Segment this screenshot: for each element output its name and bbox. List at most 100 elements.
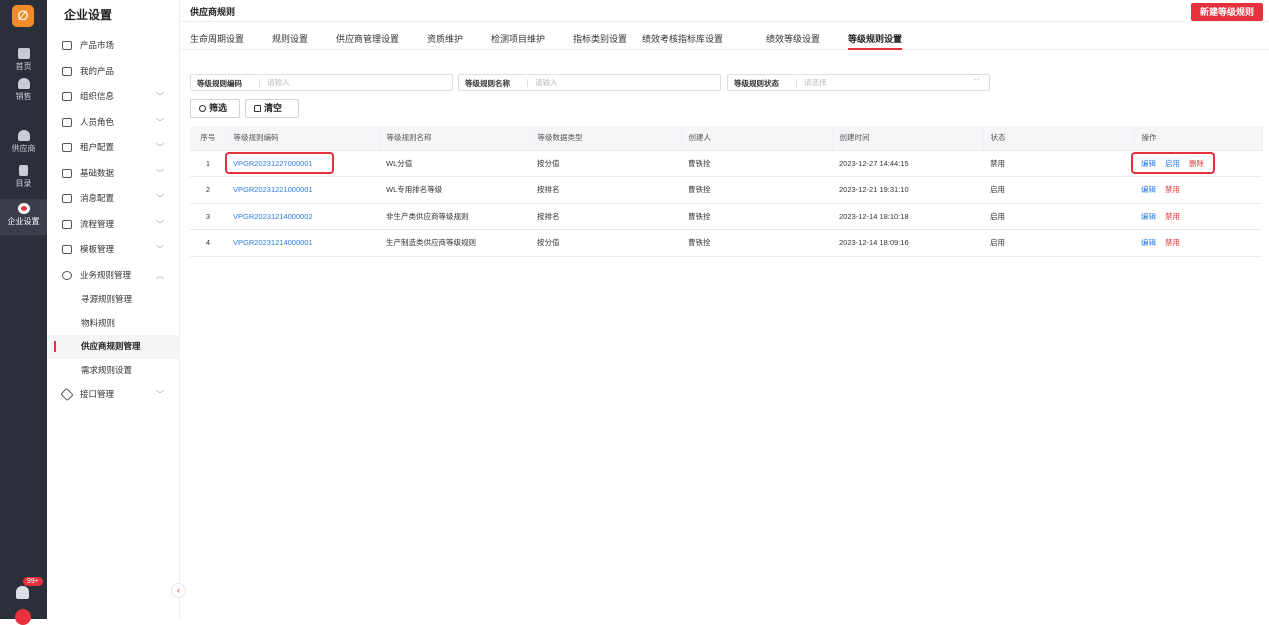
cube-icon [62,66,72,76]
gear-icon [62,270,72,280]
tab-kpi-library[interactable]: 绩效考核指标库设置 [642,32,723,45]
grid-icon [62,168,72,178]
clear-button[interactable]: 清空 [245,99,299,118]
disable-link[interactable]: 禁用 [1165,211,1180,222]
message-icon [62,194,72,203]
eraser-icon [254,105,261,112]
col-header-status: 状态 [983,126,1135,151]
delete-link[interactable]: 删除 [1189,158,1204,169]
person-icon [17,130,30,141]
new-grade-rule-button[interactable]: 新建等级规则 [1190,3,1263,21]
tab-performance-grade[interactable]: 绩效等级设置 [766,32,820,45]
tab-lifecycle[interactable]: 生命周期设置 [190,32,244,45]
chevron-down-icon: ﹀ [156,117,164,127]
sidebar-title: 企业设置 [64,8,113,22]
sidebar-item-tenant-config[interactable]: 租户配置 ﹀ [47,135,180,161]
rule-status-select[interactable] [804,76,954,89]
building-icon [62,92,72,101]
tab-bar: 生命周期设置 规则设置 供应商管理设置 资质维护 检测项目维护 指标类别设置 绩… [181,26,1269,50]
tenant-icon [62,143,72,152]
sidebar-item-message-config[interactable]: 消息配置 ﹀ [47,186,180,212]
rail-item-enterprise-settings[interactable]: 企业设置 [0,199,47,235]
filter-button[interactable]: 筛选 [190,99,240,118]
settings-icon [17,203,30,214]
tab-grade-rule-settings[interactable]: 等级规则设置 [848,32,903,50]
status-text: 启用 [983,203,1134,230]
sidebar-menu: 产品市场 我的产品 组织信息 ﹀ 人员角色 ﹀ 租户配置 ﹀ 基础数据 ﹀ 消息配置 ﹀ … [47,33,180,408]
sidebar-item-my-products[interactable]: 我的产品 [47,59,180,85]
chevron-down-icon: ﹀ [156,143,164,152]
rule-code-input[interactable] [267,76,447,89]
edit-link[interactable]: 编辑 [1141,211,1156,222]
disable-link[interactable]: 禁用 [1165,237,1180,248]
disable-link[interactable]: 禁用 [1165,184,1180,195]
table-row: 3 VPGR20231214000002 非生产类供应商等级规则 按排名 曹铁拴… [190,203,1262,230]
rule-code-link[interactable]: VPGR20231221000001 [226,176,379,204]
table-header-row: 序号 等级规则编码 等级规则名称 等级数据类型 创建人 创建时间 状态 操作 [190,126,1263,151]
col-header-name: 等级规则名称 [379,126,531,151]
search-icon [199,105,206,112]
sidebar-item-staff-roles[interactable]: 人员角色 ﹀ [47,110,180,136]
col-header-created-time: 创建时间 [832,126,984,151]
status-text: 禁用 [983,150,1134,177]
status-text: 启用 [983,229,1134,257]
bell-icon[interactable] [16,586,29,599]
tab-indicator-category[interactable]: 指标类别设置 [573,32,627,45]
sidebar-item-product-market[interactable]: 产品市场 [47,33,180,59]
app-logo[interactable]: ∅ [12,5,34,27]
tab-rule-settings[interactable]: 规则设置 [272,32,308,45]
edit-link[interactable]: 编辑 [1141,184,1156,195]
rule-code-link[interactable]: VPGR20231214000002 [226,203,379,230]
sidebar-item-org-info[interactable]: 组织信息 ﹀ [47,84,180,110]
rule-name-input[interactable] [535,76,715,89]
chevron-down-icon: ﹀ [156,168,164,178]
plug-icon [60,387,74,402]
sidebar-sub-supplier-rules[interactable]: 供应商规则管理 [47,335,180,359]
rule-code-link[interactable]: VPGR20231214000001 [226,229,379,257]
sidebar-sub-material-rules[interactable]: 物料规则 [47,312,180,336]
sidebar-sub-sourcing-rules[interactable]: 寻源规则管理 [47,288,180,312]
table-row: 2 VPGR20231221000001 WL专用排名等级 按排名 曹铁拴 20… [190,176,1262,204]
users-icon [62,117,72,127]
monitor-icon [17,48,30,59]
tab-test-items[interactable]: 检测项目维护 [491,32,545,45]
sidebar-item-base-data[interactable]: 基础数据 ﹀ [47,161,180,187]
status-text: 启用 [983,176,1134,204]
flow-icon [62,219,72,229]
sidebar-sub-demand-rules[interactable]: 需求规则设置 [47,359,180,383]
col-header-type: 等级数据类型 [530,126,682,151]
col-header-seq: 序号 [190,126,227,151]
tab-qualification[interactable]: 资质维护 [427,32,463,45]
sidebar-item-process-mgmt[interactable]: 流程管理 ﹀ [47,212,180,238]
app-rail: ∅ 首页 销售 供应商 目录 企业设置 99+ [0,0,47,625]
person-icon [17,78,30,89]
rule-code-link[interactable]: VPGR20231227000001 [226,150,379,177]
chevron-down-icon: ﹀ [973,79,980,86]
table-row: 1 VPGR20231227000001 WL分值 按分值 曹铁拴 2023-1… [190,150,1262,177]
rail-item-home[interactable]: 首页 [0,46,47,76]
edit-link[interactable]: 编辑 [1141,158,1156,169]
sidebar-item-interface-mgmt[interactable]: 接口管理 ﹀ [47,382,180,408]
notification-badge: 99+ [23,577,43,586]
template-icon [62,245,72,254]
rail-item-sales[interactable]: 销售 [0,76,47,106]
chevron-down-icon: ﹀ [156,194,164,203]
avatar[interactable] [15,609,31,625]
enable-link[interactable]: 启用 [1165,158,1180,169]
sidebar-item-business-rules[interactable]: 业务规则管理 ︿ [47,263,180,289]
filter-rule-name: 等级规则名称 [458,74,721,91]
chevron-up-icon: ︿ [156,270,164,280]
sidebar: 企业设置 产品市场 我的产品 组织信息 ﹀ 人员角色 ﹀ 租户配置 ﹀ 基础数据 ﹀ 消… [47,0,180,619]
edit-link[interactable]: 编辑 [1141,237,1156,248]
rail-item-catalog[interactable]: 目录 [0,163,47,193]
filter-rule-status[interactable]: 等级规则状态 ﹀ [727,74,990,91]
table-row: 4 VPGR20231214000001 生产制造类供应商等级规则 按分值 曹铁… [190,229,1262,257]
col-header-code: 等级规则编码 [226,126,380,151]
chevron-down-icon: ﹀ [156,390,164,399]
rail-item-supplier[interactable]: 供应商 [0,128,47,158]
chevron-down-icon: ﹀ [156,245,164,254]
tab-supplier-mgmt[interactable]: 供应商管理设置 [336,32,399,45]
sidebar-item-template-mgmt[interactable]: 模板管理 ﹀ [47,237,180,263]
chevron-down-icon: ﹀ [156,219,164,229]
book-icon [19,165,28,176]
